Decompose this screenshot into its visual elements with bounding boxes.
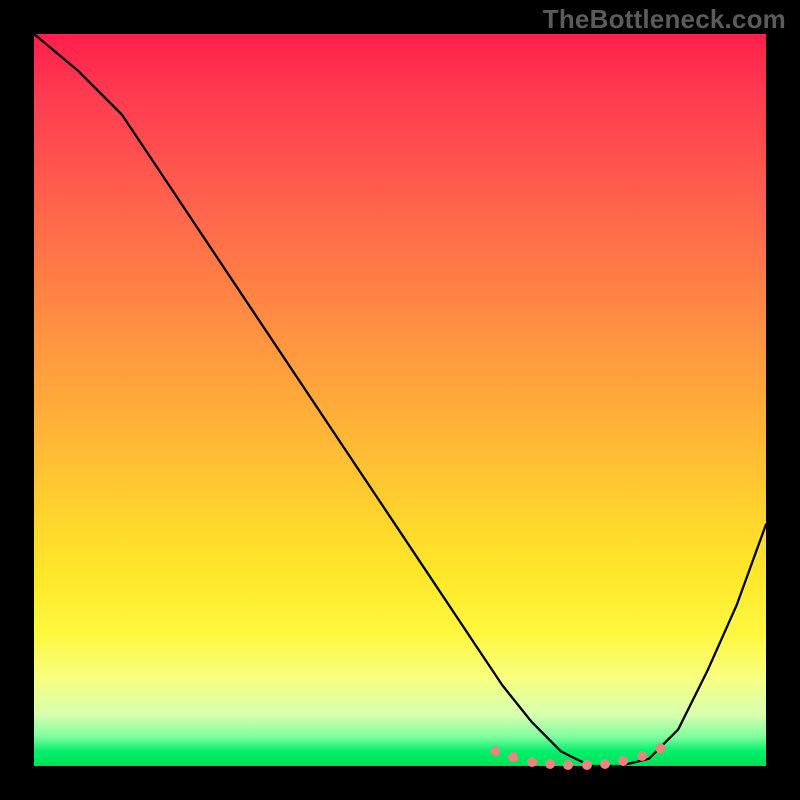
marker-dot [655, 743, 665, 753]
curve-path [34, 34, 766, 766]
watermark-label: TheBottleneck.com [543, 4, 786, 35]
bottleneck-curve [34, 34, 766, 766]
marker-dot [527, 757, 537, 767]
marker-dot [545, 759, 555, 769]
plot-area [34, 34, 766, 766]
chart-stage: TheBottleneck.com [0, 0, 800, 800]
marker-dot [563, 760, 573, 770]
marker-dot [637, 751, 647, 761]
marker-dot [582, 760, 592, 770]
marker-dot [600, 759, 610, 769]
